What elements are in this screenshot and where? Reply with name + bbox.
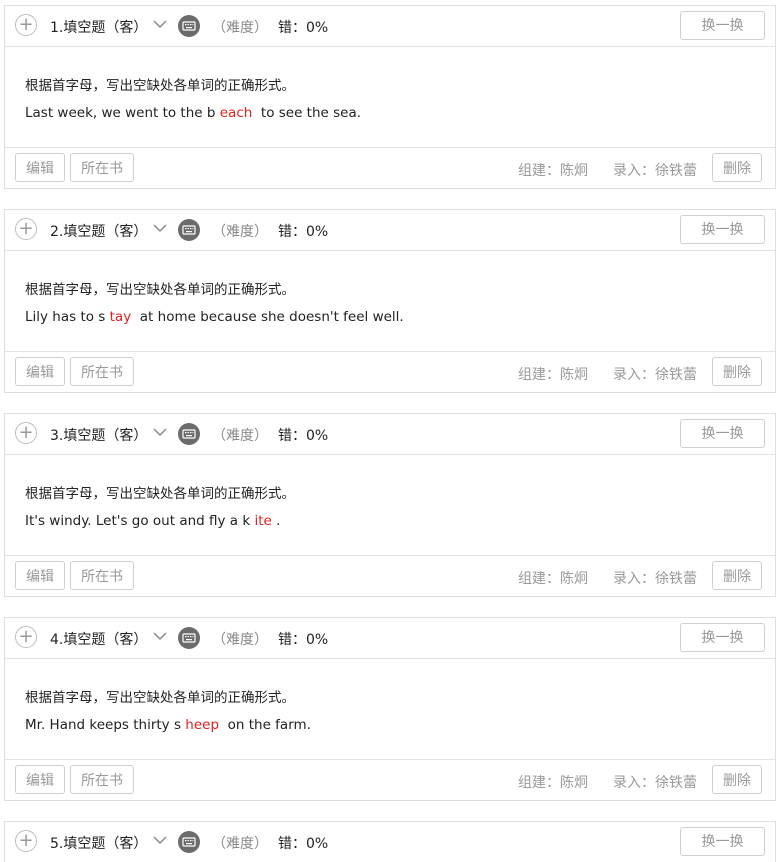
recorder-info: 录入：徐铁蕾 [613,367,697,383]
book-button[interactable]: 所在书 [70,765,134,794]
question-card: + 1.填空题（客） （难度） 错：0% 换一换 根据首字母，写出空缺处各单词的… [4,5,776,189]
question-title: 5.填空题（客） [50,836,148,852]
recorder-info: 录入：徐铁蕾 [613,571,697,587]
builder-info: 组建：陈炯 [518,163,588,179]
difficulty-label: （难度） [212,224,268,240]
recorder-info: 录入：徐铁蕾 [613,775,697,791]
error-rate: 错：0% [278,836,329,852]
question-sentence: It's windy. Let's go out and fly a k ite… [25,513,280,529]
instruction-text: 根据首字母，写出空缺处各单词的正确形式。 [25,282,295,298]
delete-button[interactable]: 删除 [712,357,762,386]
question-title: 3.填空题（客） [50,428,148,444]
question-header: + 1.填空题（客） （难度） 错：0% 换一换 [5,6,775,47]
swap-button[interactable]: 换一换 [680,827,765,856]
swap-button[interactable]: 换一换 [680,215,765,244]
instruction-text: 根据首字母，写出空缺处各单词的正确形式。 [25,486,295,502]
sentence-before: Last week, we went to the b [25,105,220,121]
error-rate: 错：0% [278,224,329,240]
book-button[interactable]: 所在书 [70,357,134,386]
swap-button[interactable]: 换一换 [680,11,765,40]
add-icon[interactable]: + [15,626,37,648]
question-header: + 5.填空题（客） （难度） 错：0% 换一换 [5,822,775,862]
swap-button[interactable]: 换一换 [680,623,765,652]
answer-text: heep [185,717,220,733]
difficulty-label: （难度） [212,836,268,852]
question-body: 根据首字母，写出空缺处各单词的正确形式。 Mr. Hand keeps thir… [5,659,775,760]
chevron-down-icon[interactable] [153,427,167,437]
sentence-after: on the farm. [219,717,311,733]
book-button[interactable]: 所在书 [70,561,134,590]
keyboard-icon[interactable] [178,423,200,445]
delete-button[interactable]: 删除 [712,561,762,590]
keyboard-icon[interactable] [178,219,200,241]
question-footer: 编辑 所在书 组建：陈炯 录入：徐铁蕾 删除 [5,352,775,392]
question-card: + 4.填空题（客） （难度） 错：0% 换一换 根据首字母，写出空缺处各单词的… [4,617,776,801]
question-title: 2.填空题（客） [50,224,148,240]
book-button[interactable]: 所在书 [70,153,134,182]
instruction-text: 根据首字母，写出空缺处各单词的正确形式。 [25,690,295,706]
edit-button[interactable]: 编辑 [15,765,65,794]
swap-button[interactable]: 换一换 [680,419,765,448]
edit-button[interactable]: 编辑 [15,357,65,386]
chevron-down-icon[interactable] [153,19,167,29]
chevron-down-icon[interactable] [153,631,167,641]
question-card: + 3.填空题（客） （难度） 错：0% 换一换 根据首字母，写出空缺处各单词的… [4,413,776,597]
keyboard-icon[interactable] [178,831,200,853]
question-card: + 2.填空题（客） （难度） 错：0% 换一换 根据首字母，写出空缺处各单词的… [4,209,776,393]
add-icon[interactable]: + [15,14,37,36]
add-icon[interactable]: + [15,830,37,852]
sentence-before: Lily has to s [25,309,110,325]
question-footer: 编辑 所在书 组建：陈炯 录入：徐铁蕾 删除 [5,148,775,188]
add-icon[interactable]: + [15,218,37,240]
keyboard-icon[interactable] [178,15,200,37]
builder-info: 组建：陈炯 [518,571,588,587]
add-icon[interactable]: + [15,422,37,444]
difficulty-label: （难度） [212,632,268,648]
sentence-after: at home because she doesn't feel well. [131,309,404,325]
chevron-down-icon[interactable] [153,835,167,845]
question-sentence: Last week, we went to the b each to see … [25,105,361,121]
question-body: 根据首字母，写出空缺处各单词的正确形式。 It's windy. Let's g… [5,455,775,556]
builder-info: 组建：陈炯 [518,775,588,791]
sentence-after: . [271,513,281,529]
error-rate: 错：0% [278,428,329,444]
delete-button[interactable]: 删除 [712,765,762,794]
sentence-before: It's windy. Let's go out and fly a k [25,513,255,529]
question-body: 根据首字母，写出空缺处各单词的正确形式。 Last week, we went … [5,47,775,148]
chevron-down-icon[interactable] [153,223,167,233]
question-body: 根据首字母，写出空缺处各单词的正确形式。 Lily has to s tay a… [5,251,775,352]
question-header: + 3.填空题（客） （难度） 错：0% 换一换 [5,414,775,455]
answer-text: each [219,105,253,121]
question-title: 4.填空题（客） [50,632,148,648]
question-footer: 编辑 所在书 组建：陈炯 录入：徐铁蕾 删除 [5,760,775,800]
question-header: + 4.填空题（客） （难度） 错：0% 换一换 [5,618,775,659]
sentence-before: Mr. Hand keeps thirty s [25,717,186,733]
builder-info: 组建：陈炯 [518,367,588,383]
delete-button[interactable]: 删除 [712,153,762,182]
instruction-text: 根据首字母，写出空缺处各单词的正确形式。 [25,78,295,94]
question-sentence: Lily has to s tay at home because she do… [25,309,404,325]
question-title: 1.填空题（客） [50,20,148,36]
difficulty-label: （难度） [212,20,268,36]
answer-text: tay [109,309,132,325]
edit-button[interactable]: 编辑 [15,153,65,182]
difficulty-label: （难度） [212,428,268,444]
error-rate: 错：0% [278,20,329,36]
edit-button[interactable]: 编辑 [15,561,65,590]
question-footer: 编辑 所在书 组建：陈炯 录入：徐铁蕾 删除 [5,556,775,596]
recorder-info: 录入：徐铁蕾 [613,163,697,179]
sentence-after: to see the sea. [252,105,362,121]
question-header: + 2.填空题（客） （难度） 错：0% 换一换 [5,210,775,251]
error-rate: 错：0% [278,632,329,648]
question-sentence: Mr. Hand keeps thirty s heep on the farm… [25,717,311,733]
answer-text: ite [254,513,272,529]
keyboard-icon[interactable] [178,627,200,649]
